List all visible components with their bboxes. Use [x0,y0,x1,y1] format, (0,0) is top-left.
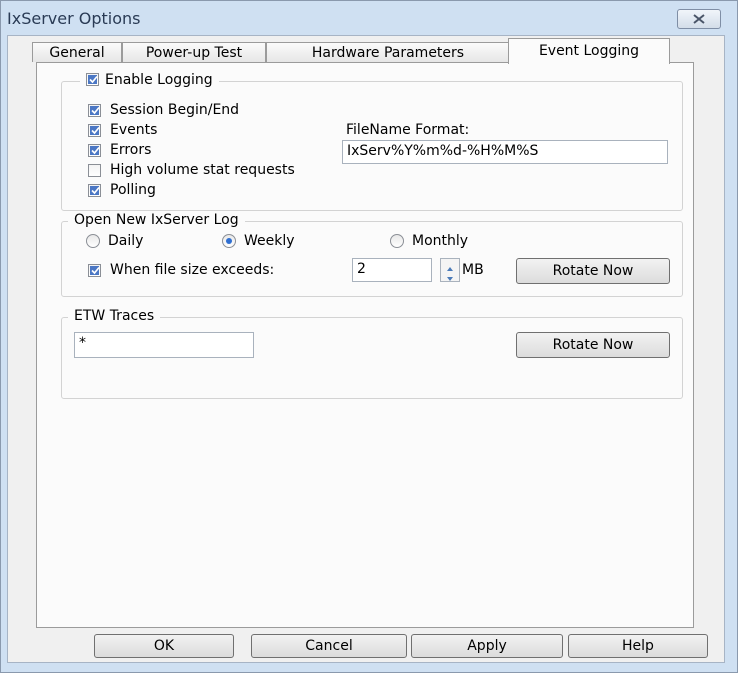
tab-power-up-test-label: Power-up Test [145,45,243,61]
enable-logging-label: Enable Logging [105,72,213,88]
etw-traces-input[interactable]: * [74,332,254,358]
checkmark-icon [91,186,100,195]
tab-general-label: General [49,45,105,61]
weekly-label: Weekly [244,233,295,249]
enable-logging-header[interactable]: Enable Logging [80,72,219,88]
tab-event-logging[interactable]: Event Logging [508,38,670,64]
daily-radio[interactable] [86,234,100,248]
monthly-label: Monthly [412,233,469,249]
cancel-button[interactable]: Cancel [251,634,407,658]
polling-label: Polling [110,182,156,198]
high-volume-stat-label: High volume stat requests [110,162,295,178]
help-button[interactable]: Help [568,634,708,658]
dialog-client-area: General Power-up Test Hardware Parameter… [7,35,725,663]
filename-format-label: FileName Format: [346,122,470,138]
file-size-spinner[interactable] [440,258,460,282]
filename-format-input[interactable]: IxServ%Y%m%d-%H%M%S [342,140,668,164]
daily-label: Daily [108,233,144,249]
etw-traces-header: ETW Traces [68,308,161,324]
arrow-down-icon [447,277,453,281]
checkmark-icon [89,75,98,84]
tab-hardware-parameters[interactable]: Hardware Parameters [266,42,510,62]
options-dialog: IxServer Options General Power-up Test H… [0,0,738,673]
tab-event-logging-label: Event Logging [538,43,640,59]
checkmark-icon [91,106,100,115]
etw-traces-group: ETW Traces * Rotate Now [61,308,683,399]
title-bar[interactable]: IxServer Options [1,1,737,35]
open-new-log-header: Open New IxServer Log [68,212,245,228]
size-exceeds-label: When file size exceeds: [110,262,275,278]
enable-logging-checkbox[interactable] [86,73,99,86]
events-checkbox[interactable] [88,124,101,137]
high-volume-stat-checkbox[interactable] [88,164,101,177]
rotate-now-button[interactable]: Rotate Now [516,258,670,284]
etw-rotate-now-button[interactable]: Rotate Now [516,332,670,358]
tab-power-up-test[interactable]: Power-up Test [122,42,266,62]
tab-hardware-parameters-label: Hardware Parameters [311,45,465,61]
close-icon [693,14,705,24]
session-begin-end-label: Session Begin/End [110,102,240,118]
monthly-radio[interactable] [390,234,404,248]
size-exceeds-checkbox[interactable] [88,264,101,277]
event-logging-panel: Enable Logging Session Begin/End Events … [36,62,694,628]
apply-button[interactable]: Apply [411,634,563,658]
weekly-radio[interactable] [222,234,236,248]
file-size-input[interactable]: 2 [352,258,432,282]
open-new-log-group: Open New IxServer Log Daily Weekly Month… [61,212,683,297]
checkmark-icon [91,126,100,135]
errors-checkbox[interactable] [88,144,101,157]
polling-checkbox[interactable] [88,184,101,197]
spin-down-button[interactable] [441,270,459,281]
ok-button[interactable]: OK [94,634,234,658]
enable-logging-group: Enable Logging Session Begin/End Events … [61,72,683,211]
window-title: IxServer Options [7,9,141,28]
errors-label: Errors [110,142,152,158]
session-begin-end-checkbox[interactable] [88,104,101,117]
size-unit-label: MB [462,262,484,278]
events-label: Events [110,122,158,138]
checkmark-icon [91,146,100,155]
close-button[interactable] [677,9,721,29]
tab-general[interactable]: General [32,42,122,62]
checkmark-icon [91,266,100,275]
spin-up-button[interactable] [441,259,459,271]
